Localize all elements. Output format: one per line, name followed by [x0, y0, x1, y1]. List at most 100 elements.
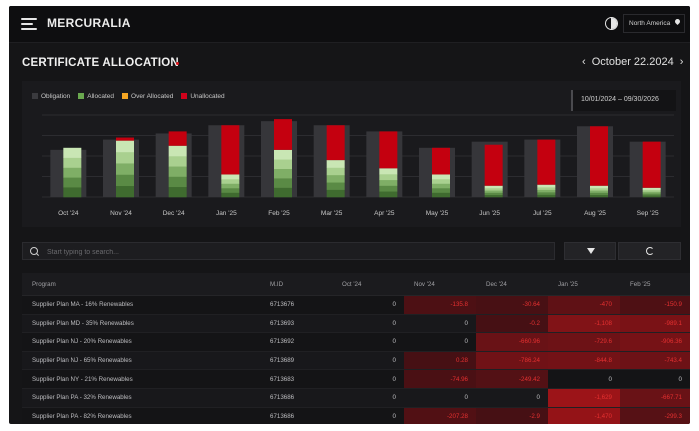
allocated-bar-segment: [63, 167, 82, 178]
allocated-bar-segment: [168, 176, 187, 188]
x-tick-label: Sep '25: [637, 210, 659, 217]
legend-label: Over Allocated: [131, 92, 174, 100]
unallocated-bar: [326, 125, 345, 161]
table-row[interactable]: Supplier Plan MA - 16% Renewables 6713676…: [22, 295, 690, 315]
value-cell: -2.9: [476, 407, 548, 424]
search-box: [22, 242, 555, 260]
table-row[interactable]: Supplier Plan PA - 82% Renewables 6713686…: [22, 407, 690, 424]
filter-button[interactable]: [564, 242, 616, 260]
legend-swatch: [78, 93, 85, 99]
allocated-bar-segment: [326, 182, 345, 190]
value-cell: 0: [332, 314, 404, 334]
allocated-bar-segment: [590, 190, 608, 193]
table-row[interactable]: Supplier Plan NJ - 65% Renewables 6713689…: [22, 351, 690, 371]
search-input[interactable]: [45, 245, 549, 259]
program-cell: Supplier Plan NJ - 20% Renewables: [22, 332, 260, 352]
column-header[interactable]: Feb '25: [620, 273, 690, 296]
allocated-bar-segment: [537, 184, 556, 188]
program-cell: Supplier Plan NY - 21% Renewables: [22, 369, 260, 389]
column-header[interactable]: Oct '24: [332, 273, 404, 296]
allocated-bar-segment: [484, 192, 503, 196]
mid-cell: 6713689: [260, 351, 332, 371]
legend-item: Allocated: [78, 93, 114, 100]
page-title: CERTIFICATE ALLOCATION: [22, 57, 179, 69]
column-header[interactable]: Program: [22, 273, 260, 296]
refresh-icon: [646, 247, 654, 255]
value-cell: -30.64: [476, 295, 548, 315]
date-range-picker[interactable]: 10/01/2024 – 09/30/2026: [571, 90, 676, 111]
column-header[interactable]: Dec '24: [476, 273, 548, 296]
allocated-bar-segment: [484, 187, 503, 191]
allocated-bar-segment: [221, 174, 240, 180]
unallocated-bar: [642, 141, 661, 188]
program-cell: Supplier Plan PA - 32% Renewables: [22, 388, 260, 408]
x-tick-label: Mar '25: [321, 210, 343, 217]
table-body: Supplier Plan MA - 16% Renewables 6713676…: [22, 295, 690, 424]
allocated-bar-segment: [484, 194, 503, 198]
table-row[interactable]: Supplier Plan NJ - 20% Renewables 6713692…: [22, 332, 690, 352]
x-tick-label: Jun '25: [479, 210, 500, 217]
value-cell: -660.96: [476, 332, 548, 352]
legend-item: Obligation: [32, 93, 70, 100]
value-cell: -249.42: [476, 369, 548, 389]
allocated-bar-segment: [168, 145, 187, 157]
next-date-chevron-icon[interactable]: ›: [677, 56, 687, 68]
legend-label: Obligation: [41, 92, 71, 100]
allocated-bar-segment: [590, 194, 608, 198]
value-cell: 0: [332, 332, 404, 352]
allocated-bar-segment: [590, 185, 608, 189]
value-cell: -207.28: [404, 407, 476, 424]
allocated-bar-segment: [590, 187, 608, 191]
mid-cell: 6713676: [260, 295, 332, 315]
legend-item: Unallocated: [181, 93, 225, 100]
value-cell: -844.8: [548, 351, 620, 371]
allocated-bar-segment: [274, 159, 292, 170]
legend-swatch: [181, 93, 188, 99]
allocated-bar-segment: [63, 147, 82, 158]
value-cell: -786.24: [476, 351, 548, 371]
allocated-bar-segment: [116, 151, 134, 164]
allocated-bar-segment: [642, 195, 661, 198]
allocated-bar-segment: [168, 166, 187, 177]
value-cell: -729.6: [548, 332, 620, 352]
table-row[interactable]: Supplier Plan MD - 35% Renewables 6713693…: [22, 314, 690, 334]
hamburger-menu-icon[interactable]: [21, 18, 37, 30]
value-cell: 0: [404, 314, 476, 334]
previous-date-chevron-icon[interactable]: ‹: [579, 56, 589, 68]
x-tick-label: Dec '24: [163, 210, 185, 217]
mid-cell: 6713683: [260, 369, 332, 389]
value-cell: -743.4: [620, 351, 690, 371]
allocated-bar-segment: [642, 187, 661, 190]
allocated-bar-segment: [116, 163, 134, 175]
allocated-bar-segment: [537, 189, 556, 193]
allocated-bar-segment: [168, 156, 187, 167]
brand-logo: MERCURALIA: [47, 16, 131, 30]
column-header[interactable]: M.ID: [260, 273, 332, 296]
allocated-bar-segment: [274, 178, 292, 188]
x-tick-label: Aug '25: [584, 210, 606, 217]
column-header[interactable]: Nov '24: [404, 273, 476, 296]
mid-cell: 6713686: [260, 388, 332, 408]
app-window: MERCURALIA North America CERTIFICATE ALL…: [9, 6, 690, 424]
value-cell: 0: [620, 369, 690, 389]
allocated-bar-segment: [326, 189, 345, 198]
refresh-button[interactable]: [618, 242, 681, 260]
allocated-bar-segment: [537, 192, 556, 195]
theme-toggle-icon[interactable]: [605, 17, 618, 30]
value-cell: 0: [332, 407, 404, 424]
allocated-bar-segment: [274, 168, 292, 179]
table-row[interactable]: Supplier Plan NY - 21% Renewables 6713683…: [22, 369, 690, 389]
allocated-bar-segment: [221, 192, 240, 198]
table-row[interactable]: Supplier Plan PA - 32% Renewables 6713686…: [22, 388, 690, 408]
value-cell: -989.1: [620, 314, 690, 334]
value-cell: -470: [548, 295, 620, 315]
value-cell: -1,108: [548, 314, 620, 334]
allocated-bar-segment: [221, 187, 240, 193]
legend-label: Allocated: [87, 92, 115, 100]
region-select[interactable]: North America: [623, 14, 685, 33]
value-cell: 0: [332, 388, 404, 408]
column-header[interactable]: Jan '25: [548, 273, 620, 296]
mid-cell: 6713686: [260, 407, 332, 424]
allocated-bar-segment: [63, 157, 82, 168]
x-tick-label: Feb '25: [268, 210, 290, 217]
